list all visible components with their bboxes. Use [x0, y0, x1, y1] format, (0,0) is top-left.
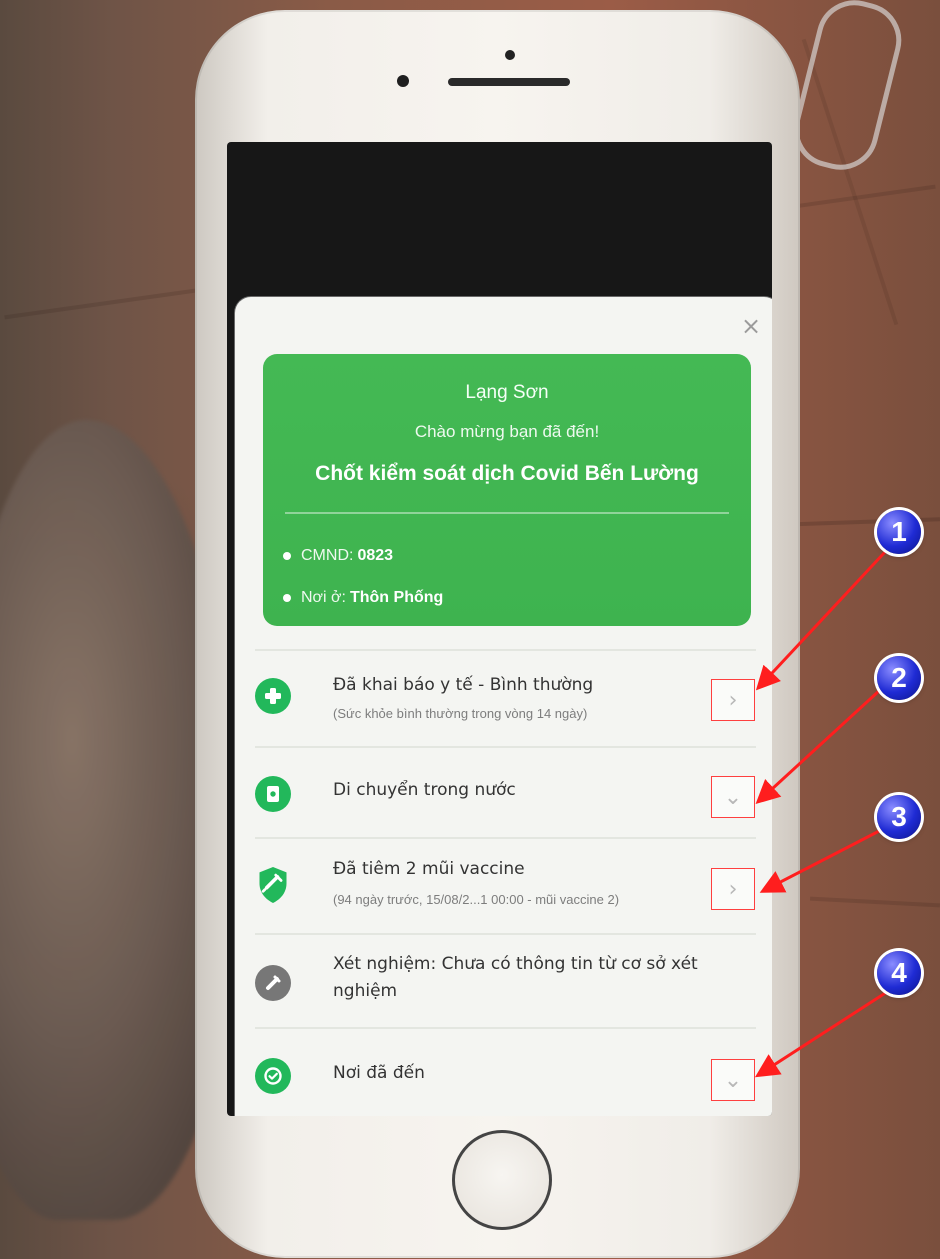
chevron-right-icon[interactable]: › [711, 868, 755, 910]
proximity-sensor [397, 75, 409, 87]
domestic-travel-item[interactable]: Di chuyển trong nước ⌄ [255, 753, 755, 837]
annotation-marker-1: 1 [877, 510, 921, 554]
health-declaration-item[interactable]: Đã khai báo y tế - Bình thường (Sức khỏe… [255, 662, 755, 746]
floor-grout-line [809, 896, 940, 908]
photo-of-phone-screen: { "header": { "close_icon": "close-icon"… [0, 0, 940, 1259]
medical-plus-icon [255, 678, 291, 714]
address-label: Nơi ở: [301, 589, 346, 606]
health-declaration-title: Đã khai báo y tế - Bình thường [333, 675, 594, 695]
card-divider [285, 512, 729, 514]
test-result-title-line2: nghiệm [333, 981, 398, 1001]
close-icon[interactable]: × [740, 314, 762, 338]
phone-device: × Lạng Sơn Chào mừng bạn đã đến! Chốt ki… [195, 10, 800, 1258]
list-divider [255, 933, 756, 935]
vaccination-item[interactable]: Đã tiêm 2 mũi vaccine (94 ngày trước, 15… [255, 845, 755, 933]
checkpoint-name: Chốt kiểm soát dịch Covid Bến Lường [315, 462, 699, 485]
location-check-icon [255, 1058, 291, 1094]
welcome-text: Chào mừng bạn đã đến! [414, 422, 600, 441]
health-status-modal: × Lạng Sơn Chào mừng bạn đã đến! Chốt ki… [235, 297, 772, 1116]
cmnd-value: 0823 [357, 547, 394, 564]
background-ring-object [785, 0, 910, 178]
front-camera [505, 50, 515, 60]
address-value: Thôn Phống [349, 589, 444, 606]
visited-places-item[interactable]: Nơi đã đến ⌄ [255, 1035, 755, 1115]
vaccination-title: Đã tiêm 2 mũi vaccine [333, 859, 525, 879]
list-divider [255, 746, 756, 748]
annotation-marker-3: 3 [877, 795, 921, 839]
chevron-right-icon[interactable]: › [711, 679, 755, 721]
test-result-title-line1: Xét nghiệm: Chưa có thông tin từ cơ sở x… [333, 954, 698, 974]
earpiece-speaker [448, 78, 570, 86]
visited-places-title: Nơi đã đến [333, 1063, 425, 1083]
vaccine-shield-icon [255, 867, 291, 903]
vaccination-subtitle: (94 ngày trước, 15/08/2...1 00:00 - mũi … [333, 892, 620, 907]
checkpoint-card: Lạng Sơn Chào mừng bạn đã đến! Chốt kiểm… [263, 354, 751, 626]
chevron-down-icon[interactable]: ⌄ [711, 776, 755, 818]
address-row: Nơi ở: Thôn Phống [283, 586, 443, 610]
travel-document-icon [255, 776, 291, 812]
cmnd-label: CMND: [301, 547, 354, 564]
phone-screen: × Lạng Sơn Chào mừng bạn đã đến! Chốt ki… [227, 142, 772, 1116]
list-divider [255, 837, 756, 839]
test-result-item: Xét nghiệm: Chưa có thông tin từ cơ sở x… [255, 941, 755, 1027]
health-declaration-subtitle: (Sức khỏe bình thường trong vòng 14 ngày… [333, 706, 588, 721]
bullet-icon [283, 594, 291, 602]
annotation-marker-4: 4 [877, 951, 921, 995]
domestic-travel-title: Di chuyển trong nước [333, 780, 516, 800]
chevron-down-icon[interactable]: ⌄ [711, 1059, 755, 1101]
home-button[interactable] [452, 1130, 552, 1230]
list-divider [255, 649, 756, 651]
annotation-marker-2: 2 [877, 656, 921, 700]
bullet-icon [283, 552, 291, 560]
province-name: Lạng Sơn [465, 382, 549, 403]
cmnd-row: CMND: 0823 [283, 544, 393, 568]
list-divider [255, 1027, 756, 1029]
test-tube-icon [255, 965, 291, 1001]
